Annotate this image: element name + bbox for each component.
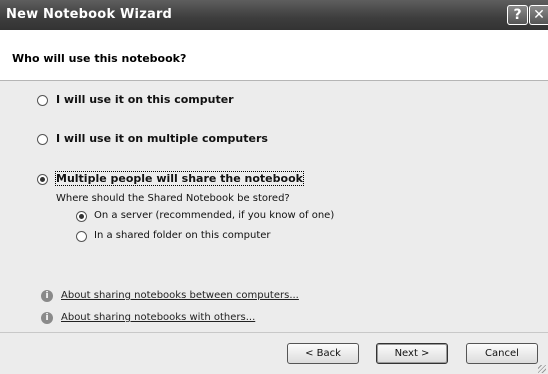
radio-multiple-computers[interactable] [37,134,48,145]
question-mark-icon: ? [513,7,522,23]
option-label-shared-notebook[interactable]: Multiple people will share the notebook [55,171,304,186]
link-sharing-with-others[interactable]: About sharing notebooks with others... [61,312,255,323]
back-button[interactable]: < Back [287,343,359,364]
radio-shared-notebook[interactable] [37,174,48,185]
info-icon: i [41,312,53,324]
next-button[interactable]: Next > [376,343,448,364]
close-icon: ✕ [533,7,545,23]
page-question: Who will use this notebook? [12,52,187,65]
resize-grip-icon[interactable] [538,365,546,373]
radio-shared-folder[interactable] [76,231,87,242]
storage-prompt: Where should the Shared Notebook be stor… [56,193,290,204]
radio-on-server[interactable] [76,211,87,222]
choice-label-on-server[interactable]: On a server (recommended, if you know of… [94,210,334,221]
close-button[interactable]: ✕ [529,5,548,25]
window-title: New Notebook Wizard [6,7,173,22]
cancel-button[interactable]: Cancel [466,343,538,364]
link-sharing-between-computers[interactable]: About sharing notebooks between computer… [61,290,299,301]
wizard-footer: < Back Next > Cancel [0,332,548,374]
title-bar: New Notebook Wizard ? ✕ [0,0,548,30]
choice-label-shared-folder[interactable]: In a shared folder on this computer [94,230,271,241]
radio-this-computer[interactable] [37,95,48,106]
wizard-header: Who will use this notebook? [0,30,548,81]
wizard-window: New Notebook Wizard ? ✕ Who will use thi… [0,0,548,374]
wizard-content: I will use it on this computer I will us… [0,81,548,332]
help-button[interactable]: ? [507,5,528,25]
option-label-multiple-computers[interactable]: I will use it on multiple computers [56,132,268,145]
info-icon: i [41,290,53,302]
option-label-this-computer[interactable]: I will use it on this computer [56,93,234,106]
